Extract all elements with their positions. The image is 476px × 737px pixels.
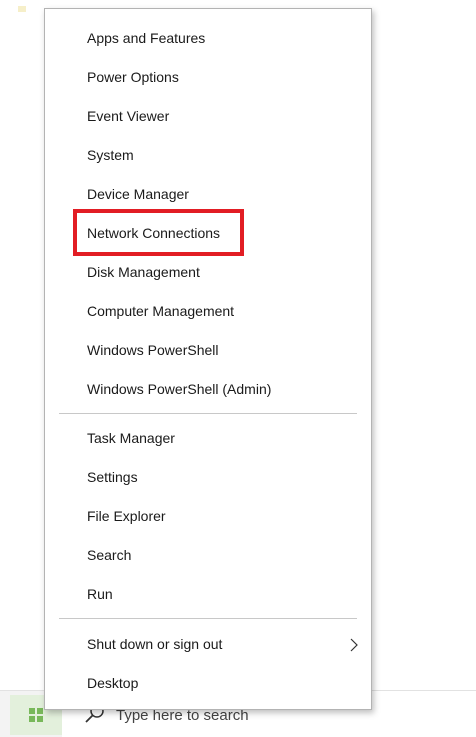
menu-item-label: Search bbox=[87, 547, 132, 563]
menu-separator bbox=[59, 413, 357, 414]
menu-item-label: File Explorer bbox=[87, 508, 166, 524]
menu-item-label: Task Manager bbox=[87, 430, 175, 446]
menu-item-label: Windows PowerShell bbox=[87, 342, 219, 358]
menu-item-run[interactable]: Run bbox=[45, 576, 371, 614]
chevron-right-icon bbox=[350, 638, 358, 652]
menu-item-label: Power Options bbox=[87, 69, 179, 85]
menu-item-windows-powershell[interactable]: Windows PowerShell bbox=[45, 332, 371, 370]
menu-item-label: Settings bbox=[87, 469, 138, 485]
menu-item-settings[interactable]: Settings bbox=[45, 459, 371, 497]
menu-item-desktop[interactable]: Desktop bbox=[45, 665, 371, 703]
menu-item-task-manager[interactable]: Task Manager bbox=[45, 420, 371, 458]
menu-item-power-options[interactable]: Power Options bbox=[45, 59, 371, 97]
menu-item-disk-management[interactable]: Disk Management bbox=[45, 254, 371, 292]
network-connections-highlight-box bbox=[73, 209, 244, 256]
menu-item-label: Event Viewer bbox=[87, 108, 170, 124]
menu-item-shut-down-or-sign-out[interactable]: Shut down or sign out bbox=[45, 626, 371, 664]
menu-item-label: Computer Management bbox=[87, 303, 235, 319]
menu-item-label: Device Manager bbox=[87, 186, 189, 202]
menu-item-file-explorer[interactable]: File Explorer bbox=[45, 498, 371, 536]
menu-item-label: Desktop bbox=[87, 675, 139, 691]
menu-item-label: Run bbox=[87, 586, 113, 602]
menu-item-event-viewer[interactable]: Event Viewer bbox=[45, 98, 371, 136]
menu-item-label: Apps and Features bbox=[87, 30, 206, 46]
menu-item-label: Windows PowerShell (Admin) bbox=[87, 381, 272, 397]
menu-separator bbox=[59, 618, 357, 619]
menu-item-computer-management[interactable]: Computer Management bbox=[45, 293, 371, 331]
menu-item-label: System bbox=[87, 147, 134, 163]
desktop: Type here to search Apps and Features Po… bbox=[0, 0, 476, 737]
menu-item-search[interactable]: Search bbox=[45, 537, 371, 575]
windows-logo-icon bbox=[29, 708, 43, 722]
menu-item-label: Disk Management bbox=[87, 264, 200, 280]
menu-item-apps-and-features[interactable]: Apps and Features bbox=[45, 20, 371, 58]
menu-item-label: Shut down or sign out bbox=[87, 636, 223, 652]
winx-context-menu: Apps and Features Power Options Event Vi… bbox=[44, 8, 372, 710]
menu-item-windows-powershell-admin[interactable]: Windows PowerShell (Admin) bbox=[45, 371, 371, 409]
desktop-corner-mark bbox=[18, 6, 26, 12]
menu-item-system[interactable]: System bbox=[45, 137, 371, 175]
